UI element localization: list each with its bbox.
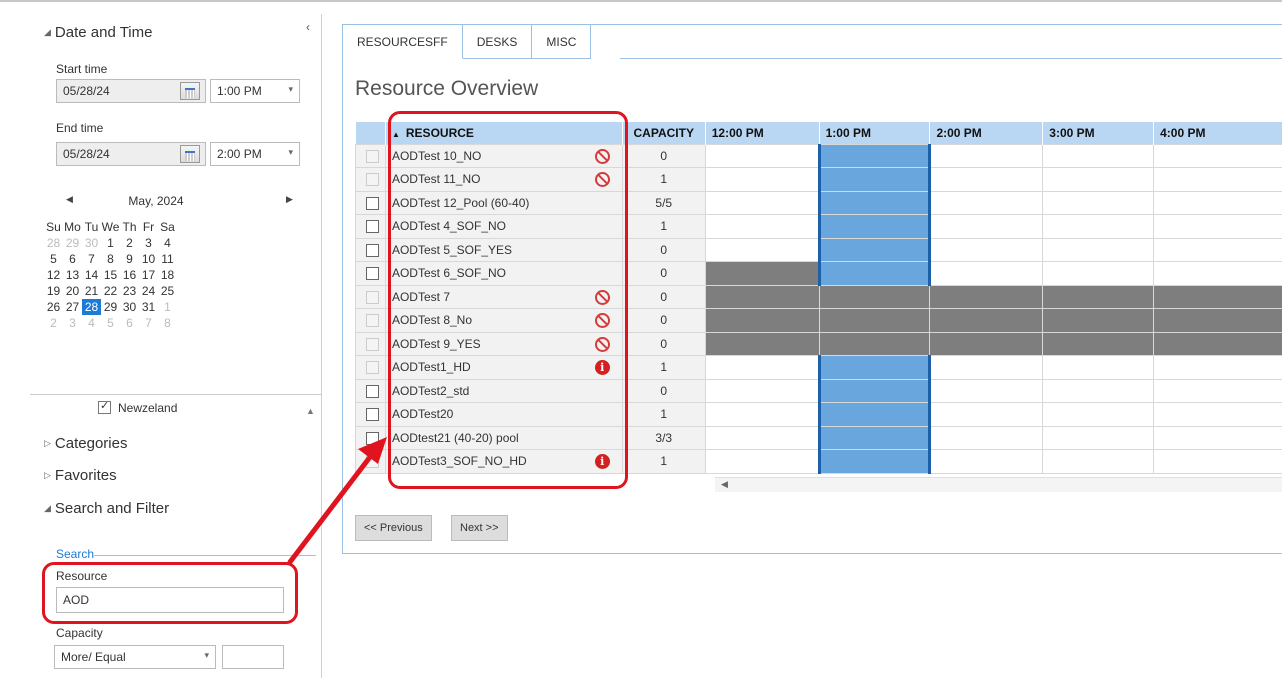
app-window: ‹ ◢ Date and Time Start time 05/28/24 1:… (0, 0, 1282, 676)
annotation-arrow (0, 2, 1282, 678)
